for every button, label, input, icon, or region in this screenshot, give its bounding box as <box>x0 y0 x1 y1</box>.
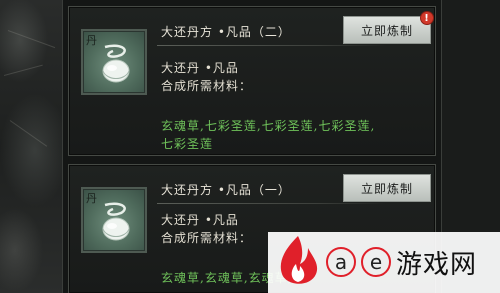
dan-label: 丹 <box>86 34 97 47</box>
craft-now-label: 立即炼制 <box>360 181 413 196</box>
branch-decoration <box>7 30 56 49</box>
watermark-text: 游戏网 <box>396 250 478 280</box>
branch-decoration <box>3 64 43 76</box>
site-watermark: a e 游戏网 <box>268 232 500 293</box>
watermark-letter-a: a <box>326 247 356 277</box>
alert-badge-icon: ! <box>420 11 434 25</box>
title-divider <box>157 203 387 204</box>
pill-recipe-icon[interactable]: 丹 <box>81 187 147 253</box>
pill-swirl-icon <box>102 44 130 83</box>
item-name: 大还丹 •凡品 <box>161 61 239 75</box>
ink-wash-background <box>0 0 70 293</box>
craft-now-button[interactable]: 立即炼制 <box>343 174 431 202</box>
recipe-title: 大还丹方 •凡品（一） <box>161 183 291 197</box>
pill-recipe-icon[interactable]: 丹 <box>81 29 147 95</box>
craft-now-button[interactable]: 立即炼制 ! <box>343 11 434 44</box>
materials-label: 合成所需材料： <box>161 79 253 93</box>
dan-label: 丹 <box>86 192 97 205</box>
item-name: 大还丹 •凡品 <box>161 213 239 227</box>
recipe-card: 丹 大还丹方 •凡品（二） 立即炼制 ! 大还丹 •凡品 合成所需材料： 玄魂草… <box>68 6 436 156</box>
watermark-letter-e: e <box>361 247 391 277</box>
pill-swirl-icon <box>102 202 130 241</box>
flame-logo-icon <box>280 236 318 284</box>
materials-list: 玄魂草,七彩圣莲,七彩圣莲,七彩圣莲, <box>161 119 376 133</box>
title-divider <box>157 45 387 46</box>
craft-now-label: 立即炼制 <box>360 23 413 38</box>
recipe-title: 大还丹方 •凡品（二） <box>161 25 291 39</box>
materials-list-continued: 七彩圣莲 <box>161 137 214 151</box>
materials-label: 合成所需材料： <box>161 231 253 245</box>
branch-decoration <box>9 120 48 147</box>
